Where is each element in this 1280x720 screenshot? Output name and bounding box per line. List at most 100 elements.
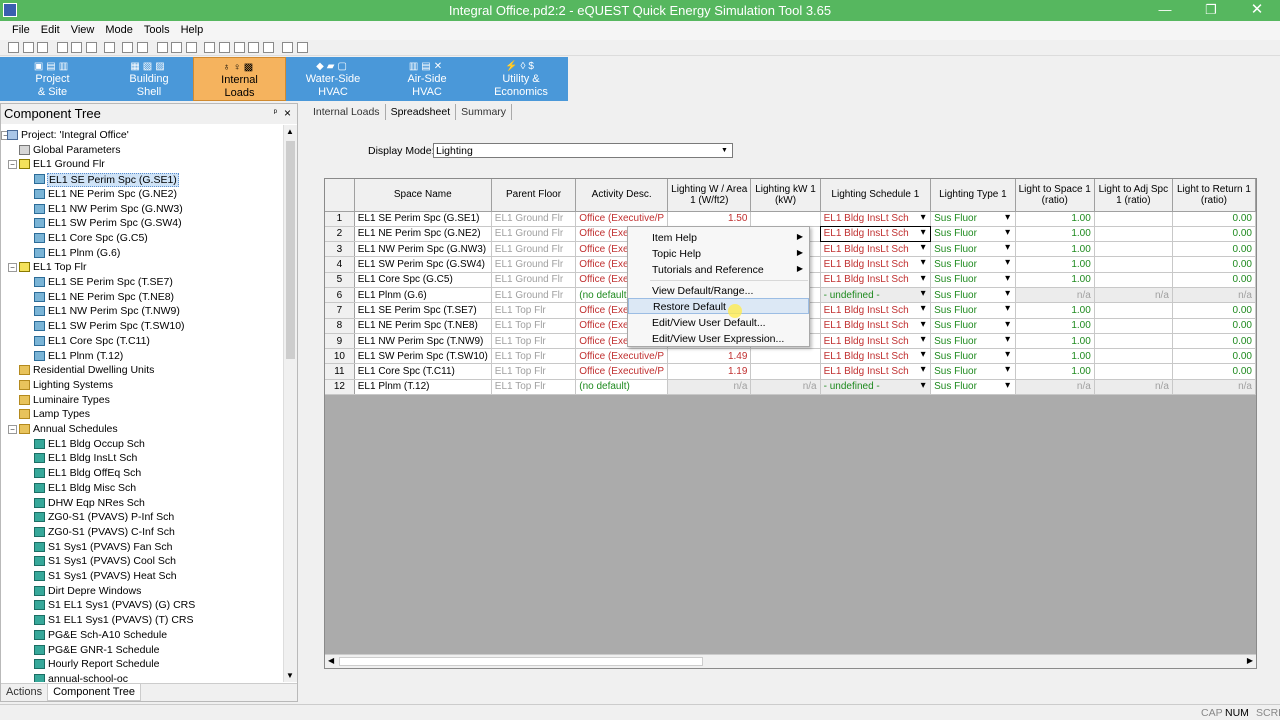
table-cell[interactable]: 0.00 — [1172, 348, 1256, 365]
table-cell[interactable]: EL1 Top Flr — [491, 348, 577, 365]
mode-utility-economics[interactable]: ⚡◊$ Utility & Economics — [474, 57, 568, 101]
mode-internal-loads[interactable]: ♁♀▩ Internal Loads — [193, 57, 286, 101]
table-cell[interactable]: 0.00 — [1172, 272, 1256, 288]
close-button[interactable]: ✕ — [1234, 0, 1280, 21]
table-cell[interactable]: EL1 Ground Flr — [491, 256, 577, 273]
tab-summary[interactable]: Summary — [456, 104, 513, 120]
column-header[interactable]: Lighting W / Area 1 (W/ft2) — [667, 179, 752, 212]
open-icon[interactable] — [23, 42, 34, 53]
menu-edit[interactable]: Edit — [35, 21, 65, 36]
table-cell[interactable] — [1094, 363, 1173, 380]
table-cell[interactable]: 1.00 — [1015, 241, 1095, 258]
menu-item-item-help[interactable]: Item Help ▶ — [628, 230, 809, 246]
table-cell[interactable]: EL1 Top Flr — [491, 302, 577, 319]
print-icon[interactable] — [104, 42, 115, 53]
collapse-icon[interactable]: − — [8, 263, 17, 273]
menu-item-tutorials-reference[interactable]: Tutorials and Reference ▶ — [628, 262, 809, 278]
table-cell[interactable]: Sus Fluor — [930, 333, 1016, 350]
table-cell[interactable]: 0.00 — [1172, 363, 1256, 380]
table-cell[interactable] — [750, 211, 821, 227]
table-cell[interactable]: 0.00 — [1172, 241, 1256, 258]
table-cell[interactable] — [750, 348, 821, 365]
table-cell[interactable]: n/a — [750, 379, 821, 396]
new-icon[interactable] — [8, 42, 19, 53]
table-cell[interactable] — [1094, 302, 1173, 319]
column-header[interactable]: Lighting Schedule 1 — [820, 179, 932, 212]
table-cell[interactable]: EL1 Bldg InsLt Sch — [820, 333, 932, 350]
menu-mode[interactable]: Mode — [99, 21, 138, 36]
menu-tools[interactable]: Tools — [138, 21, 175, 36]
table-cell[interactable]: EL1 Ground Flr — [491, 241, 577, 258]
column-header[interactable]: Light to Space 1 (ratio) — [1015, 179, 1095, 212]
paste-icon[interactable] — [86, 42, 97, 53]
table-cell[interactable] — [1094, 272, 1173, 288]
table-cell[interactable]: 1.00 — [1015, 226, 1095, 243]
restore-button[interactable]: ❐ — [1188, 0, 1234, 21]
table-cell[interactable]: 0.00 — [1172, 226, 1256, 243]
column-header[interactable]: Lighting Type 1 — [930, 179, 1016, 212]
table-cell[interactable]: 1.00 — [1015, 302, 1095, 319]
grid-horizontal-scrollbar[interactable]: ◀ ▶ — [325, 654, 1256, 668]
table-cell[interactable]: EL1 Bldg InsLt Sch — [820, 302, 932, 319]
table-cell[interactable]: 1.50 — [667, 211, 752, 227]
table-cell[interactable]: 1.00 — [1015, 211, 1095, 227]
menu-file[interactable]: File — [6, 21, 35, 36]
wizard-icon[interactable] — [122, 42, 133, 53]
table-cell[interactable] — [1094, 211, 1173, 227]
menu-item-edit-user-expression[interactable]: Edit/View User Expression... — [628, 331, 809, 347]
save-icon[interactable] — [37, 42, 48, 53]
table-cell[interactable]: EL1 Bldg InsLt Sch — [820, 272, 932, 288]
chevron-down-icon[interactable]: ▼ — [717, 144, 732, 157]
table-cell[interactable] — [1094, 348, 1173, 365]
table-cell[interactable]: 0.00 — [1172, 302, 1256, 319]
run-icon[interactable] — [219, 42, 230, 53]
table-cell[interactable]: EL1 Bldg InsLt Sch — [820, 226, 932, 243]
table-cell[interactable]: Sus Fluor — [930, 256, 1016, 273]
table-cell[interactable]: EL1 NW Perim Spc (T.NW9) — [354, 333, 492, 350]
table-cell[interactable]: EL1 SW Perim Spc (T.SW10) — [354, 348, 492, 365]
spreadsheet-icon[interactable] — [282, 42, 293, 53]
mode-air-side-hvac[interactable]: ▥▤✕ Air-Side HVAC — [380, 57, 474, 101]
table-cell[interactable] — [1094, 318, 1173, 334]
view-plan-icon[interactable] — [171, 42, 182, 53]
table-cell[interactable] — [1094, 241, 1173, 258]
tree-icon[interactable] — [297, 42, 308, 53]
tab-internal-loads[interactable]: Internal Loads — [308, 104, 386, 120]
display-mode-select[interactable]: Lighting ▼ — [433, 143, 733, 158]
table-cell[interactable]: EL1 Bldg InsLt Sch — [820, 211, 932, 227]
table-cell[interactable]: EL1 NE Perim Spc (T.NE8) — [354, 318, 492, 334]
view-3d-icon[interactable] — [157, 42, 168, 53]
grid-scroll-thumb[interactable] — [339, 657, 703, 666]
table-cell[interactable]: EL1 Top Flr — [491, 318, 577, 334]
table-cell[interactable]: - undefined - — [820, 287, 932, 304]
table-cell[interactable]: EL1 Top Flr — [491, 363, 577, 380]
table-cell[interactable]: EL1 Bldg InsLt Sch — [820, 348, 932, 365]
scroll-left-icon[interactable]: ◀ — [328, 656, 334, 665]
table-cell[interactable]: Sus Fluor — [930, 379, 1016, 396]
results-icon[interactable] — [234, 42, 245, 53]
tree-scrollbar[interactable]: ▲ ▼ — [283, 125, 297, 682]
table-cell[interactable]: EL1 Plnm (T.12) — [354, 379, 492, 396]
table-cell[interactable]: EL1 Core Spc (T.C11) — [354, 363, 492, 380]
table-cell[interactable]: Office (Executive/P — [575, 363, 669, 380]
tools-icon[interactable] — [263, 42, 274, 53]
help-icon[interactable] — [137, 42, 148, 53]
table-cell[interactable]: 0.00 — [1172, 211, 1256, 227]
column-header[interactable]: Space Name — [354, 179, 492, 212]
table-cell[interactable]: EL1 SE Perim Spc (T.SE7) — [354, 302, 492, 319]
table-cell[interactable]: Sus Fluor — [930, 363, 1016, 380]
table-cell[interactable]: 1.49 — [667, 348, 752, 365]
table-cell[interactable] — [1094, 256, 1173, 273]
table-cell[interactable]: EL1 Bldg InsLt Sch — [820, 241, 932, 258]
table-cell[interactable]: Sus Fluor — [930, 302, 1016, 319]
table-cell[interactable]: EL1 Core Spc (G.C5) — [354, 272, 492, 288]
table-cell[interactable]: EL1 SW Perim Spc (G.SW4) — [354, 256, 492, 273]
mode-building-shell[interactable]: ▦▧▨ Building Shell — [105, 57, 193, 101]
table-cell[interactable]: 1.00 — [1015, 363, 1095, 380]
table-cell[interactable]: EL1 Ground Flr — [491, 272, 577, 288]
pin-icon[interactable]: ᵖ — [274, 107, 277, 117]
table-cell[interactable] — [750, 363, 821, 380]
table-cell[interactable]: 0.00 — [1172, 333, 1256, 350]
column-header[interactable] — [325, 179, 355, 212]
scroll-down-icon[interactable]: ▼ — [286, 671, 294, 680]
